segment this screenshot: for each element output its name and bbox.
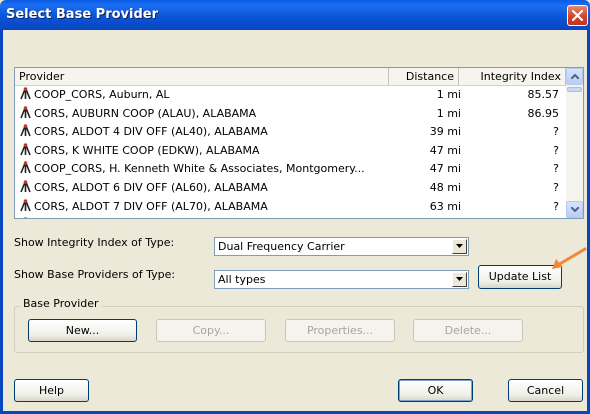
distance-cell: 63 mi [429, 199, 461, 213]
table-row[interactable]: CORS, AUBURN COOP (ALAU), ALABAMA 1 mi 86.… [15, 105, 566, 123]
gps-antenna-icon [20, 161, 31, 174]
gps-antenna-icon [20, 124, 31, 137]
integrity-cell: ? [553, 125, 559, 139]
provider-name: CORS, ALDOT 6 DIV OFF (AL60), ALABAMA [34, 181, 268, 194]
gps-antenna-icon [20, 87, 31, 100]
gps-antenna-icon [20, 142, 31, 156]
table-row[interactable]: CORS, ALDOT 7 DIV OFF (AL70), ALABAMA 63 … [15, 198, 566, 216]
title-bar[interactable]: Select Base Provider [0, 0, 590, 30]
integrity-cell: ? [553, 162, 559, 176]
provider-name: COOP_CORS, Auburn, AL [34, 88, 170, 101]
provider-name: CORS, K WHITE COOP (EDKW), ALABAMA [34, 143, 260, 157]
gps-antenna-icon [20, 180, 31, 193]
provider-cell: CORS, ALDOT 7 DIV OFF (AL70), ALABAMA [19, 198, 369, 216]
integrity-cell: 85.57 [527, 88, 560, 101]
cancel-button[interactable]: Cancel [508, 379, 583, 402]
column-header-distance[interactable]: Distance [389, 68, 459, 85]
provider-name: CORS, ALDOT 4 DIV OFF (AL40), ALABAMA [34, 125, 268, 139]
provider-cell: COOP_CORS, Auburn, AL [19, 86, 369, 104]
distance-cell: 39 mi [429, 125, 461, 139]
distance-cell: 1 mi [436, 88, 461, 101]
provider-list[interactable]: Provider Distance Integrity Index COOP_C… [14, 67, 584, 219]
close-button[interactable] [567, 5, 588, 26]
provider-type-value: All types [218, 273, 266, 286]
provider-properties-button[interactable]: Properties... [285, 319, 395, 342]
delete-provider-button[interactable]: Delete... [413, 319, 523, 342]
scroll-down-button[interactable] [566, 201, 583, 218]
scroll-thumb[interactable] [567, 87, 582, 92]
table-row[interactable]: CORS, K WHITE COOP (EDKW), ALABAMA 47 mi? [15, 142, 566, 160]
table-row[interactable]: CORS, ALDOT 4 DIV OFF (AL40), ALABAMA 39 … [15, 123, 566, 141]
provider-dropdown-button[interactable] [452, 272, 467, 287]
table-row-partial[interactable] [15, 216, 566, 218]
provider-cell: CORS, ALDOT 6 DIV OFF (AL60), ALABAMA [19, 179, 369, 197]
provider-name: CORS, AUBURN COOP (ALAU), ALABAMA [34, 106, 257, 120]
dropdown-arrow-icon [456, 244, 463, 248]
gps-antenna-icon [20, 105, 31, 118]
ok-button[interactable]: OK [398, 379, 473, 402]
provider-name: COOP_CORS, H. Kenneth White & Associates… [34, 162, 365, 176]
table-row[interactable]: CORS, ALDOT 6 DIV OFF (AL60), ALABAMA 48 … [15, 179, 566, 197]
integrity-type-select[interactable]: Dual Frequency Carrier [214, 237, 469, 256]
integrity-cell: ? [553, 199, 559, 213]
list-header: Provider Distance Integrity Index [15, 68, 566, 86]
table-row[interactable]: COOP_CORS, H. Kenneth White & Associates… [15, 160, 566, 178]
integrity-cell: ? [553, 143, 559, 157]
window-title: Select Base Provider [6, 7, 158, 22]
chevron-up-icon [571, 74, 579, 79]
new-provider-button[interactable]: New... [28, 319, 137, 342]
integrity-cell: 86.95 [527, 106, 560, 120]
vertical-scrollbar[interactable] [566, 68, 583, 218]
copy-provider-button[interactable]: Copy... [156, 319, 266, 342]
distance-cell: 47 mi [429, 143, 461, 157]
column-header-provider[interactable]: Provider [15, 68, 389, 85]
chevron-down-icon [571, 207, 579, 212]
distance-cell: 1 mi [436, 106, 461, 120]
dropdown-arrow-icon [456, 277, 463, 281]
scroll-up-button[interactable] [566, 68, 583, 85]
provider-name: CORS, ALDOT 7 DIV OFF (AL70), ALABAMA [34, 199, 268, 213]
annotation-arrow-icon [552, 247, 587, 269]
provider-type-select[interactable]: All types [214, 270, 469, 289]
gps-antenna-icon [24, 217, 27, 218]
integrity-cell: ? [553, 181, 559, 194]
provider-cell: CORS, ALDOT 4 DIV OFF (AL40), ALABAMA [19, 123, 369, 141]
provider-cell: CORS, K WHITE COOP (EDKW), ALABAMA [19, 142, 369, 160]
integrity-dropdown-button[interactable] [452, 239, 467, 254]
base-provider-group-label: Base Provider [20, 297, 102, 310]
gps-antenna-icon [20, 198, 31, 211]
provider-type-label: Show Base Providers of Type: [14, 268, 176, 281]
integrity-type-value: Dual Frequency Carrier [218, 240, 345, 253]
provider-cell: CORS, AUBURN COOP (ALAU), ALABAMA [19, 105, 369, 123]
provider-cell: COOP_CORS, H. Kenneth White & Associates… [19, 160, 369, 178]
column-header-integrity[interactable]: Integrity Index [459, 68, 566, 85]
provider-cell [19, 216, 369, 218]
integrity-type-label: Show Integrity Index of Type: [14, 236, 175, 249]
distance-cell: 48 mi [429, 181, 461, 194]
help-button[interactable]: Help [14, 379, 89, 402]
table-row[interactable]: COOP_CORS, Auburn, AL 1 mi 85.57 [15, 86, 566, 104]
close-icon [572, 10, 583, 21]
distance-cell: 47 mi [429, 162, 461, 176]
